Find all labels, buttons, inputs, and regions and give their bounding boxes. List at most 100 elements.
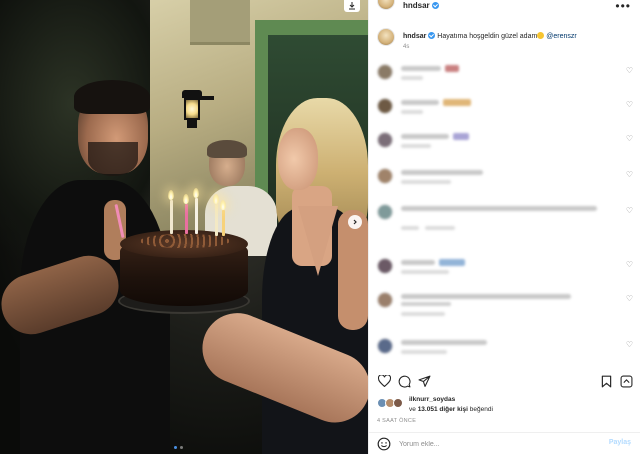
comment-meta-blurred — [401, 270, 449, 274]
likes-count-text: ve 13.051 diğer kişi beğendi — [409, 406, 493, 413]
comment-emoji-blurred — [453, 133, 469, 140]
comment-meta-blurred — [401, 110, 423, 114]
comment-reply-blurred — [425, 226, 455, 230]
candle-flame — [213, 194, 219, 204]
download-icon — [349, 2, 355, 10]
post-timestamp[interactable]: 4 SAAT ÖNCE — [377, 418, 416, 424]
comment-item: ♡ — [377, 256, 635, 286]
smile-emoji-icon — [537, 32, 545, 39]
candle — [195, 198, 198, 234]
verified-badge-icon — [431, 2, 439, 9]
add-to-story-button[interactable] — [619, 374, 633, 388]
comment-meta-blurred — [401, 76, 423, 80]
instagram-post: hndsar ••• hndsar Hayatıma hoşgeldin güz… — [0, 0, 640, 454]
comment-avatar[interactable] — [377, 98, 393, 114]
liker-avatar — [393, 398, 403, 408]
comment-avatar[interactable] — [377, 64, 393, 80]
candle-flame — [168, 190, 174, 200]
carousel-indicator — [174, 446, 183, 449]
candle-flame — [193, 188, 199, 198]
likes-liked-label: beğendi — [469, 406, 493, 413]
comment-like-button[interactable]: ♡ — [626, 260, 633, 269]
comment-meta-blurred — [401, 226, 419, 230]
comment-text-blurred — [401, 260, 435, 265]
first-liker-username[interactable]: ilknurr_soydas — [409, 396, 455, 403]
download-button[interactable] — [344, 0, 360, 12]
candle — [215, 204, 218, 236]
comment-avatar[interactable] — [377, 258, 393, 274]
candle-flame — [220, 200, 226, 210]
author-username-text[interactable]: hndsar — [403, 1, 430, 10]
carousel-dot — [180, 446, 183, 449]
carousel-dot-active — [174, 446, 177, 449]
post-action-bar — [377, 374, 635, 390]
comment-avatar[interactable] — [377, 204, 393, 220]
post-comment-button[interactable]: Paylaş — [609, 439, 631, 446]
likes-summary: ilknurr_soydas ve 13.051 diğer kişi beğe… — [377, 396, 635, 418]
comment-text-blurred-2 — [401, 302, 451, 306]
save-button[interactable] — [599, 374, 613, 388]
caption-time: 4s — [403, 44, 410, 50]
chevron-right-icon — [353, 219, 357, 225]
comment-text-blurred — [401, 66, 441, 71]
candle — [170, 200, 173, 234]
comment-meta-blurred — [401, 144, 431, 148]
comment-emoji-blurred — [445, 65, 459, 72]
comment-meta-blurred — [401, 180, 451, 184]
comment-emoji-blurred — [443, 99, 471, 106]
caption-text: hndsar Hayatıma hoşgeldin güzel adam @er… — [403, 31, 633, 42]
comment-avatar[interactable] — [377, 338, 393, 354]
comment-item: ♡ — [377, 202, 635, 232]
post-header: hndsar ••• — [369, 0, 640, 13]
post-side-panel: hndsar ••• hndsar Hayatıma hoşgeldin güz… — [368, 0, 640, 454]
comment-like-button[interactable]: ♡ — [626, 100, 633, 109]
comment-avatar[interactable] — [377, 168, 393, 184]
comment-emoji-blurred — [439, 259, 465, 266]
comment-text-blurred — [401, 294, 571, 299]
comment-like-button[interactable]: ♡ — [626, 206, 633, 215]
comment-meta-blurred — [401, 312, 445, 316]
comment-input[interactable] — [399, 438, 589, 450]
comment-item: ♡ — [377, 166, 635, 196]
repost-icon — [620, 375, 632, 387]
comment-like-button[interactable]: ♡ — [626, 294, 633, 303]
comment-like-button[interactable]: ♡ — [626, 170, 633, 179]
share-button[interactable] — [417, 374, 431, 388]
author-avatar[interactable] — [377, 0, 395, 10]
comment-like-button[interactable]: ♡ — [626, 66, 633, 75]
next-image-button[interactable] — [348, 215, 362, 229]
likes-count-number[interactable]: 13.051 — [418, 406, 438, 413]
verified-badge-icon — [428, 32, 436, 39]
emoji-picker-icon[interactable] — [377, 437, 391, 451]
caption-avatar[interactable] — [377, 28, 395, 46]
likes-count-suffix[interactable]: diğer kişi — [439, 406, 468, 413]
caption-username[interactable]: hndsar — [403, 33, 426, 40]
comment-avatar[interactable] — [377, 292, 393, 308]
heart-icon — [377, 375, 391, 387]
comment-bubble-icon — [398, 375, 410, 387]
like-button[interactable] — [377, 374, 391, 388]
likes-count-prefix: ve — [409, 406, 416, 413]
add-comment-bar: Paylaş — [369, 432, 640, 454]
caption-mention[interactable]: @erenszr — [546, 33, 576, 40]
window — [190, 0, 250, 45]
author-username[interactable]: hndsar — [403, 1, 439, 10]
candle-flame — [183, 194, 189, 204]
post-photo[interactable] — [0, 0, 368, 454]
cake-decoration — [140, 234, 230, 248]
comment-avatar[interactable] — [377, 132, 393, 148]
comment-text-blurred — [401, 206, 597, 211]
comment-button[interactable] — [397, 374, 411, 388]
comment-meta-blurred — [401, 350, 447, 354]
comment-item: ♡ — [377, 62, 635, 92]
comment-like-button[interactable]: ♡ — [626, 134, 633, 143]
comment-like-button[interactable]: ♡ — [626, 340, 633, 349]
candle — [185, 204, 188, 234]
comment-text-blurred — [401, 170, 483, 175]
liker-avatars[interactable] — [377, 398, 405, 410]
bookmark-icon — [601, 375, 611, 387]
more-options-button[interactable]: ••• — [615, 0, 631, 13]
comment-item: ♡ — [377, 96, 635, 126]
send-paper-plane-icon — [418, 375, 430, 387]
comment-text-blurred — [401, 340, 487, 345]
